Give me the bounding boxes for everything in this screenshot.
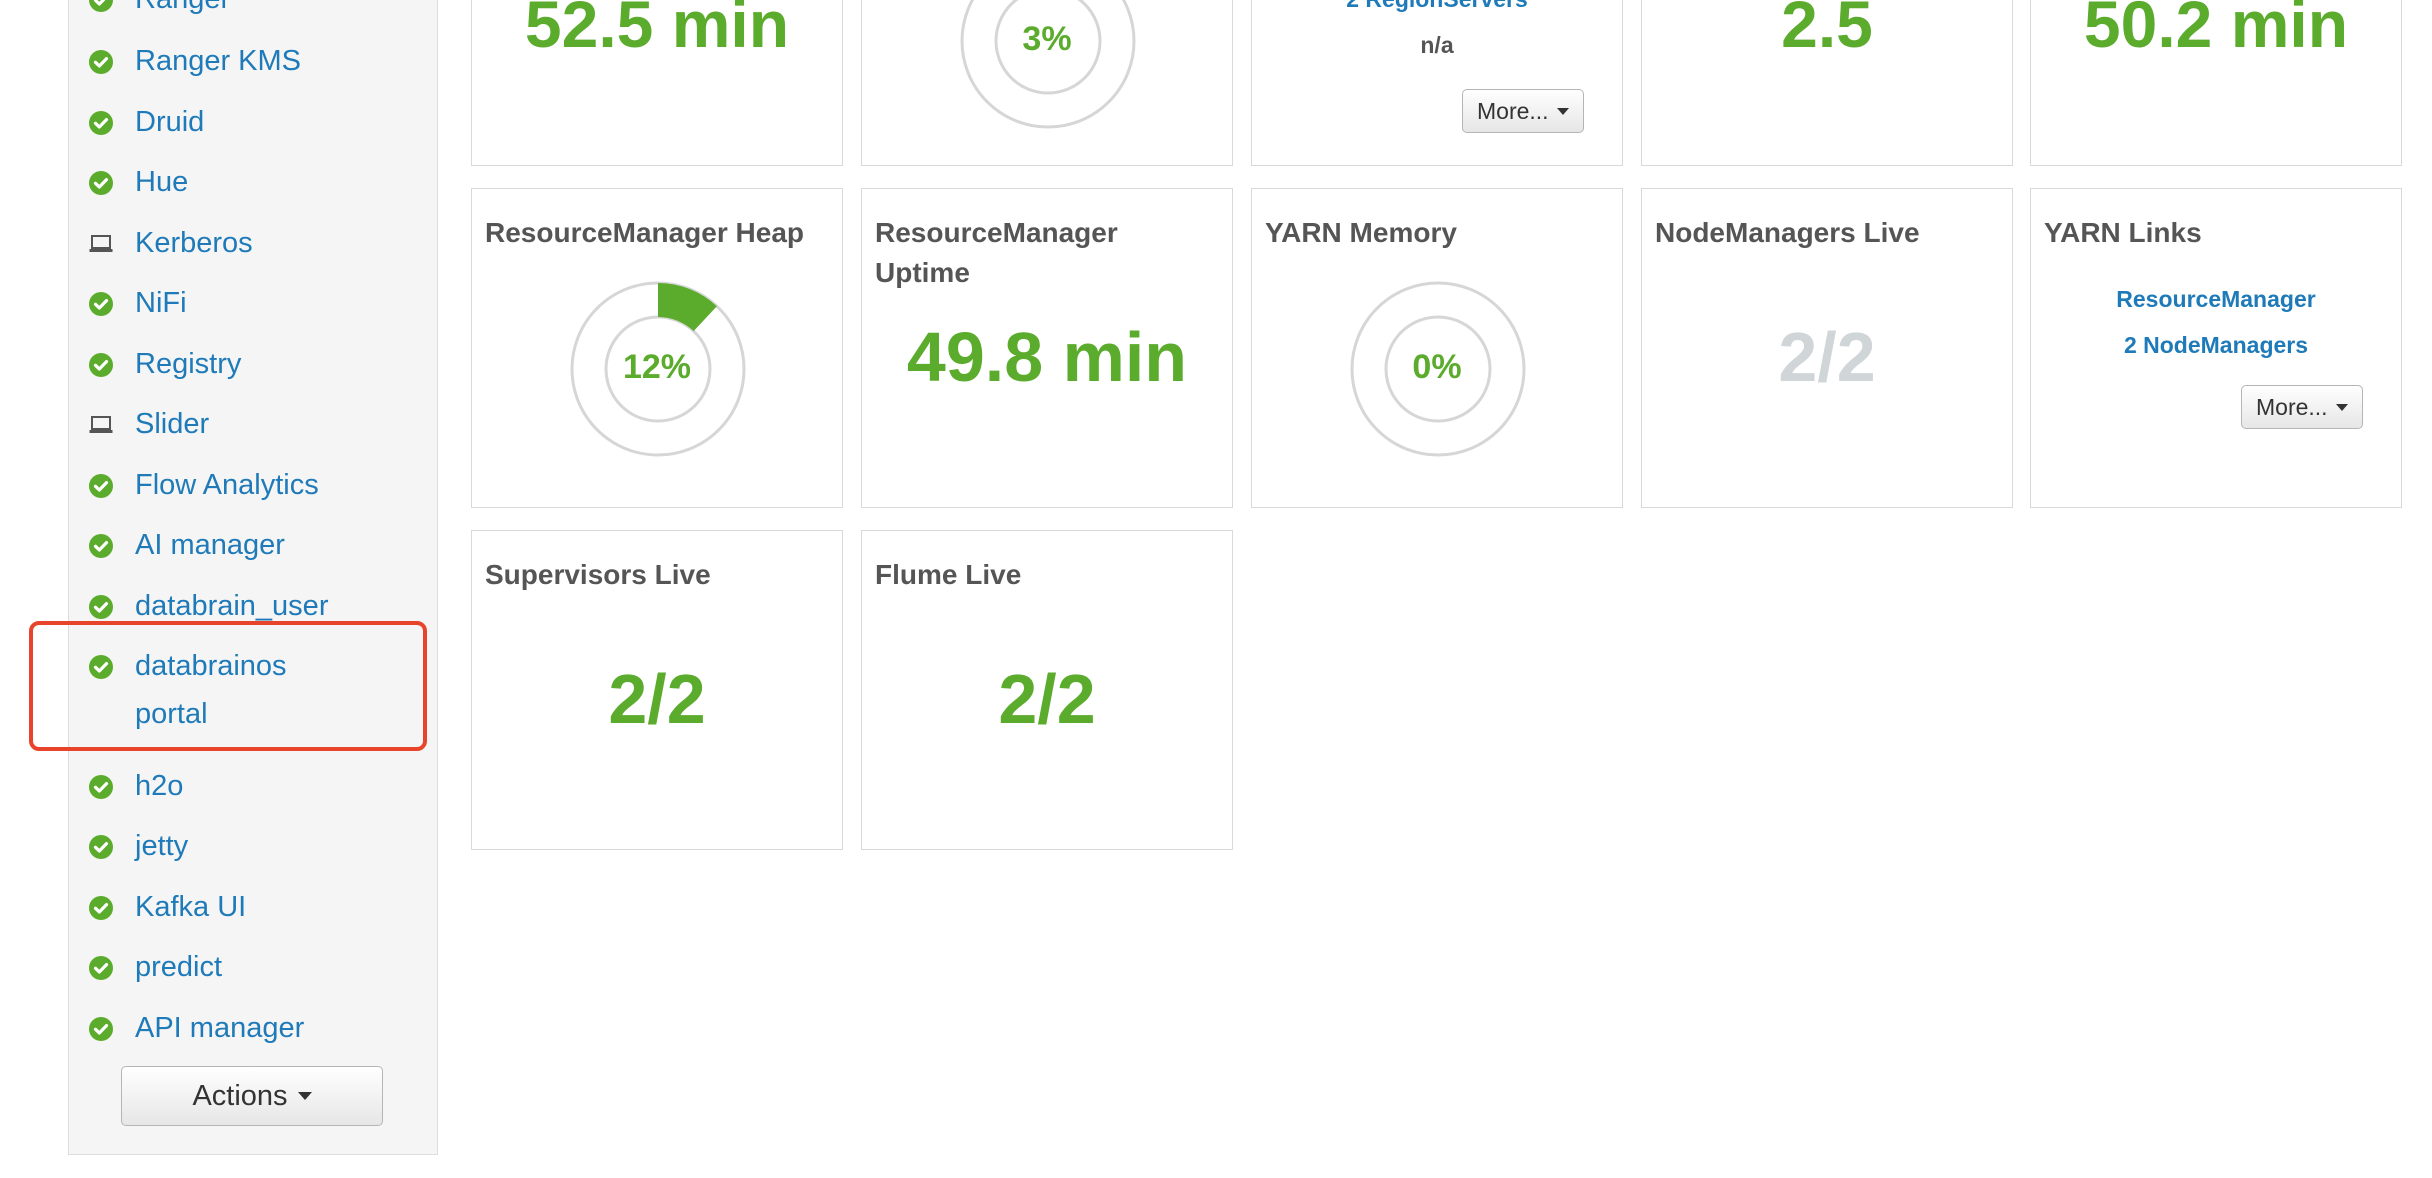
widget-yarn-links[interactable]: YARN Links ResourceManager 2 NodeManager… <box>2030 188 2402 508</box>
check-circle-icon <box>89 835 113 859</box>
service-name-link[interactable]: Ranger <box>135 0 230 23</box>
check-circle-icon <box>89 111 113 135</box>
check-circle-icon <box>89 956 113 980</box>
service-name-link[interactable]: Registry <box>135 340 241 388</box>
more-label: More... <box>1477 97 1549 124</box>
widget-value: 52.5 min <box>524 0 790 61</box>
widget-value: 49.8 min <box>906 318 1188 396</box>
service-name-link[interactable]: Ranger KMS <box>135 37 301 85</box>
check-circle-icon <box>89 292 113 316</box>
more-label: More... <box>2256 393 2328 420</box>
widget-resourcemanager-uptime[interactable]: ResourceManager Uptime 49.8 min <box>861 188 1233 508</box>
sidebar-item-service[interactable]: Registry <box>89 348 419 388</box>
sidebar-item-service[interactable]: databrainos portal <box>89 650 419 738</box>
caret-down-icon <box>297 1092 312 1100</box>
service-name-link[interactable]: AI manager <box>135 521 285 569</box>
caret-down-icon <box>2335 403 2348 411</box>
widget-value: 2/2 <box>608 660 706 738</box>
widget-yarn-memory[interactable]: YARN Memory 0% <box>1251 188 1623 508</box>
widget-top-4[interactable]: 2.5 <box>1641 0 2013 166</box>
service-name-link[interactable]: h2o <box>135 762 183 810</box>
laptop-icon <box>89 235 113 252</box>
service-name-link[interactable]: databrainos <box>135 642 287 690</box>
check-circle-icon <box>89 171 113 195</box>
widget-title: Supervisors Live <box>485 559 711 590</box>
regionservers-link[interactable]: 2 RegionServers <box>1252 0 1622 13</box>
actions-button[interactable]: Actions <box>121 1066 383 1126</box>
sidebar-item-service[interactable]: NiFi <box>89 287 419 327</box>
check-circle-icon <box>89 50 113 74</box>
widget-value: 2/2 <box>1778 318 1876 396</box>
service-name-link[interactable]: NiFi <box>135 279 187 327</box>
widget-value: 2/2 <box>998 660 1096 738</box>
service-name-link-line2[interactable]: portal <box>135 690 287 738</box>
donut-percent: 3% <box>1022 20 1072 58</box>
check-circle-icon <box>89 896 113 920</box>
service-name-link[interactable]: Kerberos <box>135 219 253 267</box>
widget-value: 50.2 min <box>2083 0 2349 61</box>
widget-title: YARN Memory <box>1265 217 1457 248</box>
sidebar-item-service[interactable]: predict <box>89 951 419 991</box>
widget-title: ResourceManager Uptime <box>875 217 1118 288</box>
check-circle-icon <box>89 655 113 679</box>
nodemanagers-link[interactable]: 2 NodeManagers <box>2031 332 2401 359</box>
service-name-link[interactable]: databrain_user <box>135 582 328 630</box>
more-button[interactable]: More... <box>2241 385 2363 429</box>
sidebar-item-service[interactable]: Ranger KMS <box>89 45 419 85</box>
donut-usage-arc <box>657 283 717 332</box>
sidebar-item-service[interactable]: Kerberos <box>89 227 419 267</box>
widget-title: YARN Links <box>2044 217 2202 248</box>
caret-down-icon <box>1556 107 1569 115</box>
widget-title: ResourceManager Heap <box>485 217 805 248</box>
widget-value: 2.5 <box>1781 0 1873 61</box>
sidebar-item-service[interactable]: Kafka UI <box>89 891 419 931</box>
actions-label: Actions <box>192 1079 288 1112</box>
service-name-link[interactable]: jetty <box>135 822 188 870</box>
service-name-link[interactable]: Slider <box>135 400 209 448</box>
sidebar-item-service[interactable]: databrain_user <box>89 590 419 630</box>
na-text: n/a <box>1420 32 1454 58</box>
more-button[interactable]: More... <box>1462 89 1584 133</box>
widget-top-3[interactable]: 2 RegionServers n/a More... <box>1251 0 1623 166</box>
check-circle-icon <box>89 775 113 799</box>
sidebar-item-service[interactable]: API manager <box>89 1012 419 1052</box>
donut-percent: 0% <box>1412 348 1462 386</box>
check-circle-icon <box>89 1017 113 1041</box>
donut-percent: 12% <box>622 348 692 386</box>
service-sidebar: Ranger Ranger KMS Druid Hue Kerberos NiFi Regi… <box>68 0 438 1155</box>
widget-supervisors-live[interactable]: Supervisors Live 2/2 <box>471 530 843 850</box>
sidebar-item-service[interactable]: Flow Analytics <box>89 469 419 509</box>
widget-top-5[interactable]: 50.2 min <box>2030 0 2402 166</box>
check-circle-icon <box>89 0 113 12</box>
service-name-link[interactable]: Druid <box>135 98 204 146</box>
sidebar-item-service[interactable]: Ranger <box>89 0 419 23</box>
service-name-link[interactable]: Hue <box>135 158 188 206</box>
service-name-link[interactable]: Kafka UI <box>135 883 246 931</box>
widget-title: Flume Live <box>875 559 1022 590</box>
widget-resourcemanager-heap[interactable]: ResourceManager Heap 12% <box>471 188 843 508</box>
widget-nodemanagers-live[interactable]: NodeManagers Live 2/2 <box>1641 188 2013 508</box>
resourcemanager-link[interactable]: ResourceManager <box>2031 286 2401 313</box>
widget-title: NodeManagers Live <box>1655 217 1920 248</box>
service-name-link[interactable]: predict <box>135 943 222 991</box>
check-circle-icon <box>89 595 113 619</box>
sidebar-item-service[interactable]: Slider <box>89 408 419 448</box>
sidebar-item-service[interactable]: jetty <box>89 830 419 870</box>
check-circle-icon <box>89 534 113 558</box>
sidebar-item-service[interactable]: h2o <box>89 770 419 810</box>
laptop-icon <box>89 416 113 433</box>
check-circle-icon <box>89 474 113 498</box>
sidebar-item-service[interactable]: Hue <box>89 166 419 206</box>
widget-top-1[interactable]: 52.5 min <box>471 0 843 166</box>
sidebar-item-service[interactable]: AI manager <box>89 529 419 569</box>
check-circle-icon <box>89 353 113 377</box>
service-name-link[interactable]: API manager <box>135 1004 304 1052</box>
widget-top-2[interactable]: 3% <box>861 0 1233 166</box>
widget-flume-live[interactable]: Flume Live 2/2 <box>861 530 1233 850</box>
service-name-link[interactable]: Flow Analytics <box>135 461 319 509</box>
sidebar-item-service[interactable]: Druid <box>89 106 419 146</box>
